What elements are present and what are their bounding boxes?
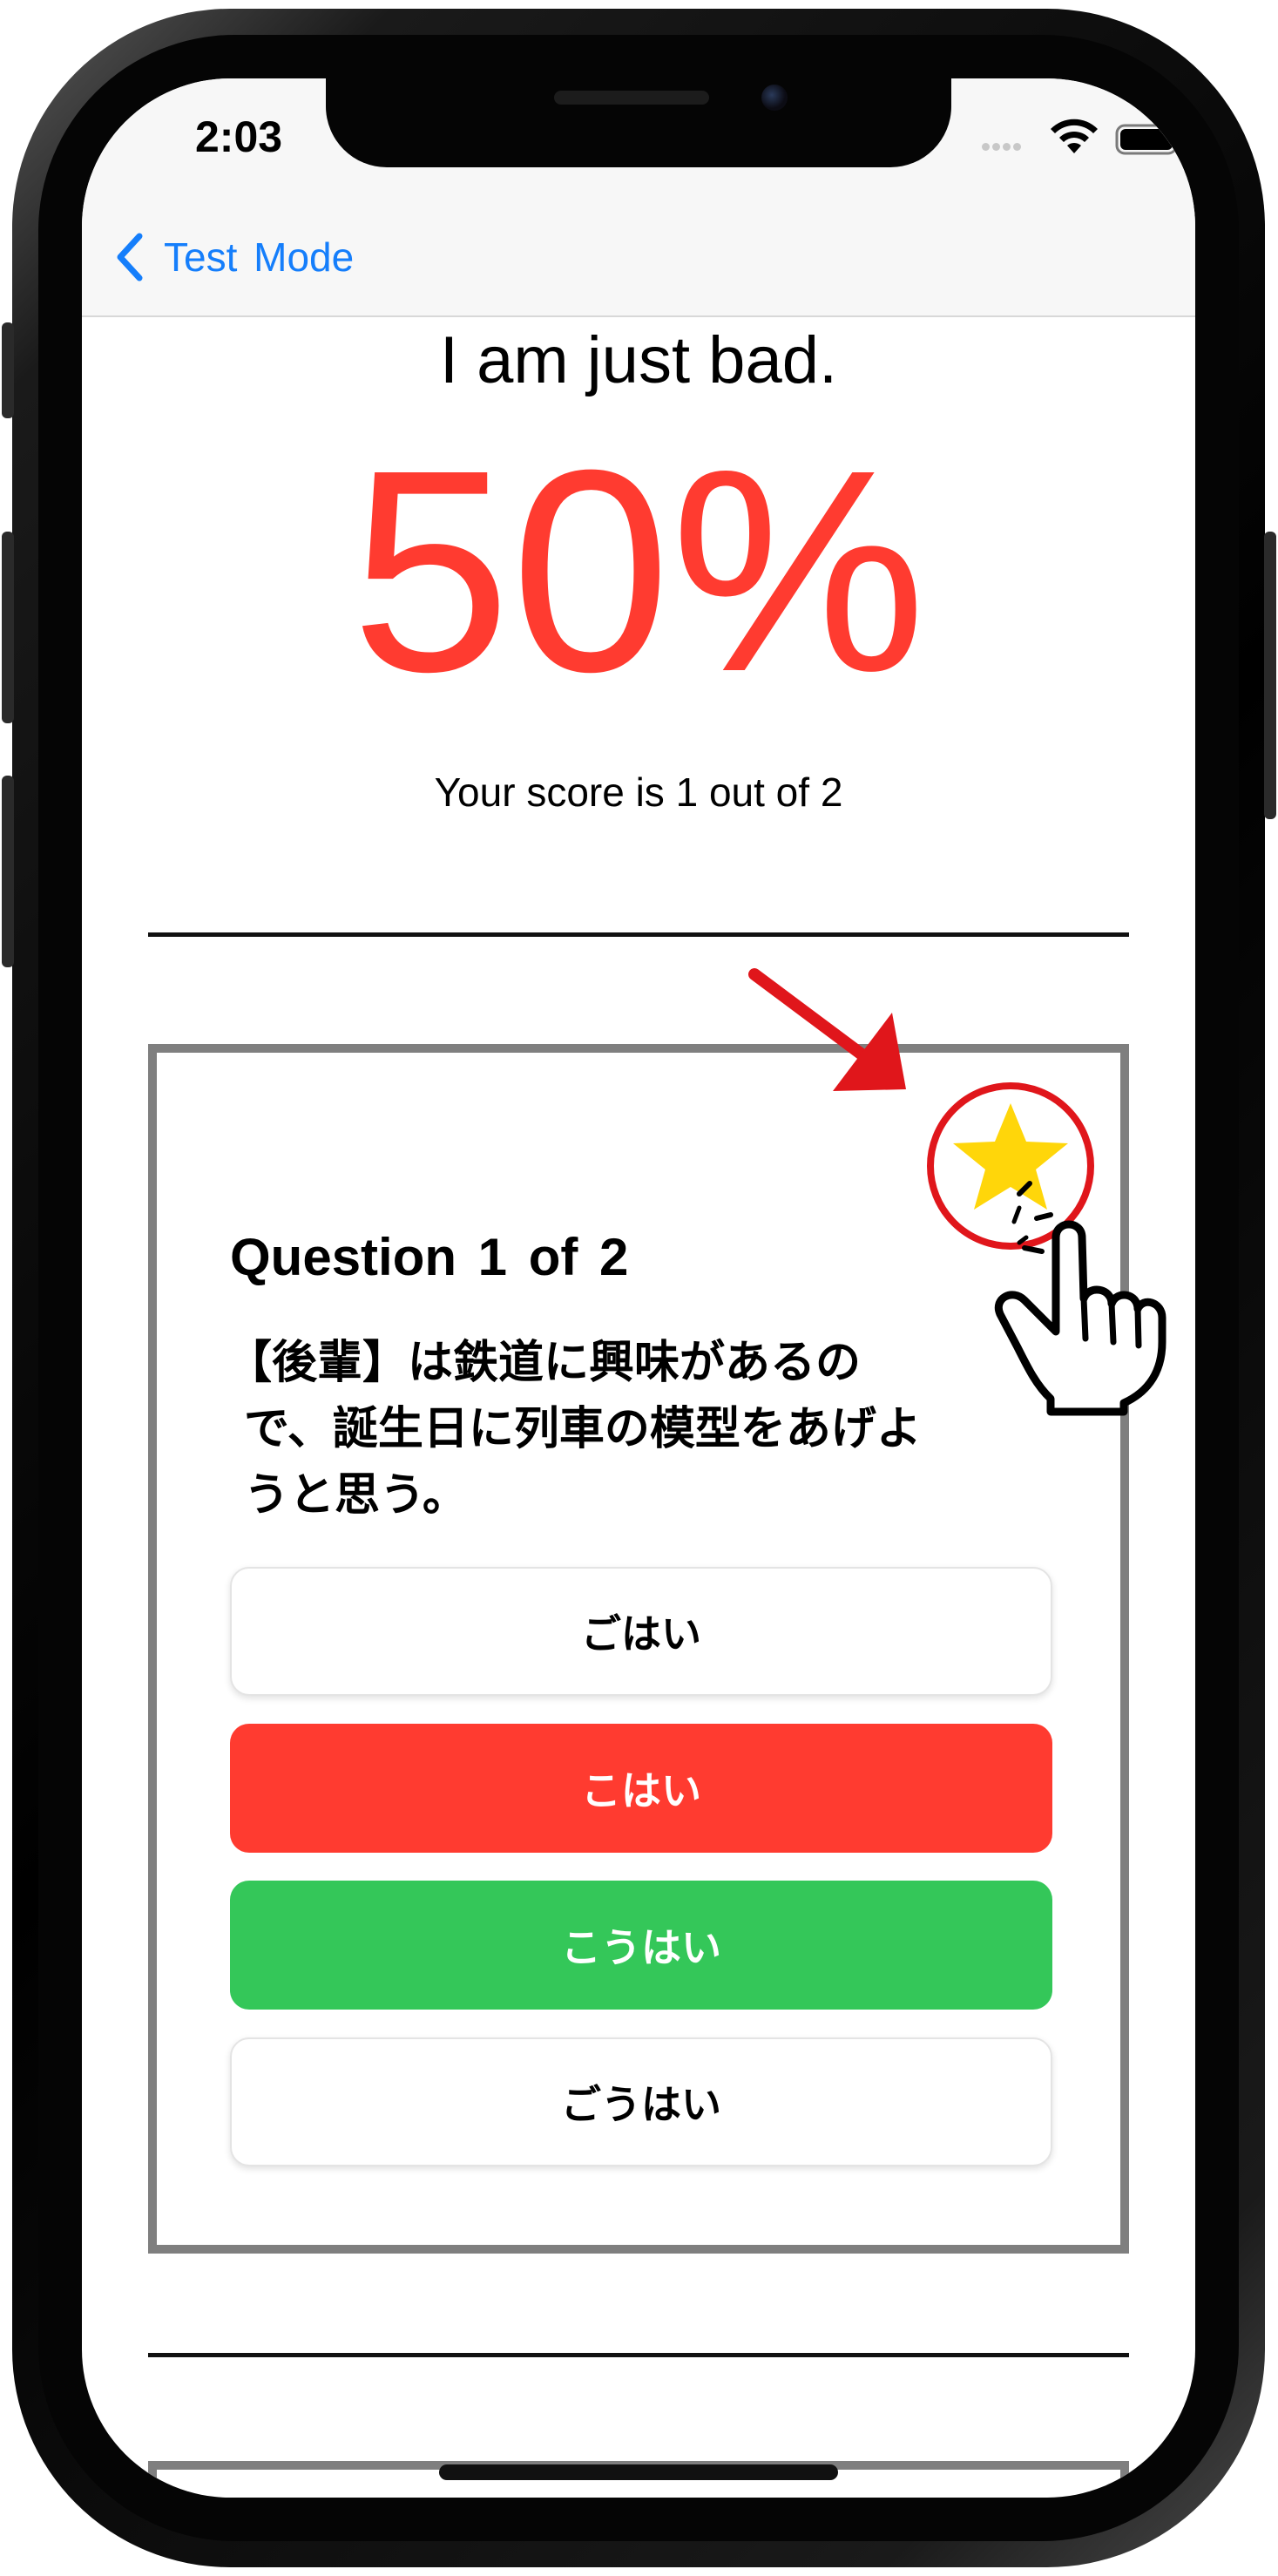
result-verdict: I am just bad. (439, 323, 838, 397)
question-line: 【後輩】は鉄道に興味があるの (227, 1337, 862, 1389)
status-time: 2:03 (195, 112, 283, 161)
silent-switch (2, 322, 14, 418)
device-mockup: 2:03 Test Mode I am just bad. 50% Your s… (0, 0, 1278, 2576)
volume-down-button (2, 776, 14, 967)
power-button (1264, 532, 1276, 819)
battery-icon (1115, 124, 1183, 155)
phone-screen: 2:03 Test Mode I am just bad. 50% Your s… (82, 78, 1195, 2498)
question-text: 【後輩】は鉄道に興味があるの で、誕生日に列車の模型をあげよ うと思う。 (227, 1330, 1011, 1529)
signal-dots-icon (982, 138, 1034, 151)
answer-option-incorrect[interactable]: こはい (230, 1724, 1052, 1853)
answer-option[interactable]: ごはい (230, 1567, 1052, 1696)
section-divider (148, 2353, 1129, 2357)
score-percentage: 50% (350, 410, 927, 731)
back-button[interactable]: Test Mode (113, 227, 354, 288)
question-line: うと思う。 (244, 1469, 468, 1522)
question-line: で、誕生日に列車の模型をあげよ (244, 1403, 922, 1455)
front-camera (761, 85, 788, 111)
chevron-left-icon (117, 233, 143, 281)
notch (326, 78, 951, 167)
question-title: Question 1 of 2 (230, 1228, 629, 1286)
score-summary: Your score is 1 out of 2 (434, 769, 843, 815)
back-button-label: Test Mode (164, 234, 355, 280)
home-indicator[interactable] (439, 2464, 838, 2480)
earpiece-speaker (554, 91, 709, 105)
favorite-button[interactable] (923, 1079, 1098, 1253)
answer-option[interactable]: ごうはい (230, 2037, 1052, 2166)
volume-up-button (2, 532, 14, 723)
wifi-icon (1051, 119, 1098, 153)
section-divider (148, 932, 1129, 937)
answer-option-correct[interactable]: こうはい (230, 1881, 1052, 2010)
